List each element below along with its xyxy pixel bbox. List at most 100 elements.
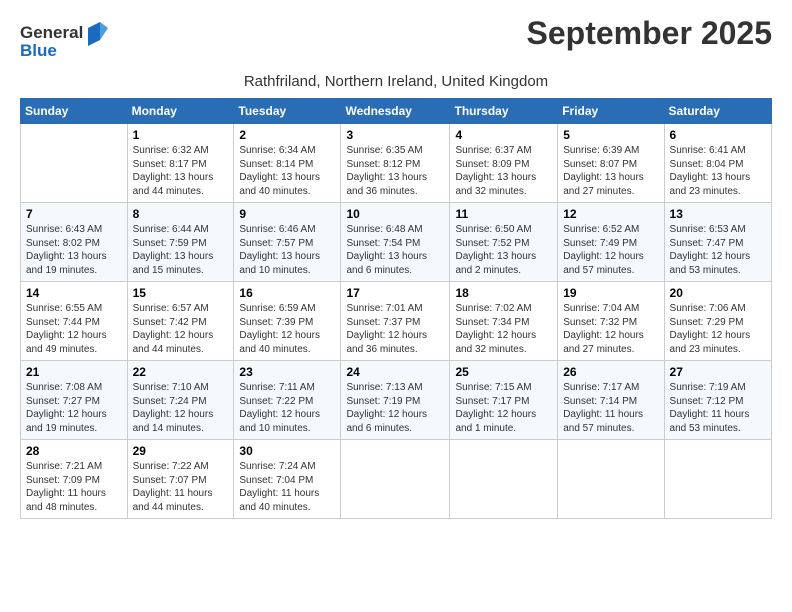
day-number: 15 (133, 286, 229, 300)
day-number: 30 (239, 444, 335, 458)
day-info: Sunrise: 6:43 AM Sunset: 8:02 PM Dayligh… (26, 223, 122, 277)
day-info: Sunrise: 6:35 AM Sunset: 8:12 PM Dayligh… (346, 144, 444, 198)
day-number: 28 (26, 444, 122, 458)
day-info: Sunrise: 7:06 AM Sunset: 7:29 PM Dayligh… (670, 302, 766, 356)
day-number: 26 (563, 365, 658, 379)
calendar-cell (558, 440, 664, 519)
calendar-cell: 3 Sunrise: 6:35 AM Sunset: 8:12 PM Daylig… (341, 124, 450, 203)
day-info: Sunrise: 7:01 AM Sunset: 7:37 PM Dayligh… (346, 302, 444, 356)
calendar-cell: 22 Sunrise: 7:10 AM Sunset: 7:24 PM Dayli… (127, 361, 234, 440)
day-info: Sunrise: 6:48 AM Sunset: 7:54 PM Dayligh… (346, 223, 444, 277)
day-number: 2 (239, 128, 335, 142)
col-header-saturday: Saturday (664, 99, 771, 124)
calendar-cell: 7 Sunrise: 6:43 AM Sunset: 8:02 PM Daylig… (21, 203, 128, 282)
header-area: General Blue September 2025 (20, 16, 772, 69)
day-number: 1 (133, 128, 229, 142)
calendar-cell: 21 Sunrise: 7:08 AM Sunset: 7:27 PM Dayli… (21, 361, 128, 440)
calendar-cell: 24 Sunrise: 7:13 AM Sunset: 7:19 PM Dayli… (341, 361, 450, 440)
svg-text:General: General (20, 23, 83, 42)
day-info: Sunrise: 6:57 AM Sunset: 7:42 PM Dayligh… (133, 302, 229, 356)
day-info: Sunrise: 7:17 AM Sunset: 7:14 PM Dayligh… (563, 381, 658, 435)
calendar-cell: 1 Sunrise: 6:32 AM Sunset: 8:17 PM Daylig… (127, 124, 234, 203)
day-number: 16 (239, 286, 335, 300)
logo-text: General Blue (20, 20, 110, 69)
day-number: 19 (563, 286, 658, 300)
calendar-cell (664, 440, 771, 519)
calendar-cell: 25 Sunrise: 7:15 AM Sunset: 7:17 PM Dayli… (450, 361, 558, 440)
calendar-cell: 16 Sunrise: 6:59 AM Sunset: 7:39 PM Dayli… (234, 282, 341, 361)
col-header-monday: Monday (127, 99, 234, 124)
day-number: 25 (455, 365, 552, 379)
day-number: 4 (455, 128, 552, 142)
calendar-cell: 26 Sunrise: 7:17 AM Sunset: 7:14 PM Dayli… (558, 361, 664, 440)
calendar-cell: 19 Sunrise: 7:04 AM Sunset: 7:32 PM Dayli… (558, 282, 664, 361)
title-area: September 2025 (527, 16, 772, 51)
day-info: Sunrise: 6:53 AM Sunset: 7:47 PM Dayligh… (670, 223, 766, 277)
day-number: 3 (346, 128, 444, 142)
day-info: Sunrise: 7:04 AM Sunset: 7:32 PM Dayligh… (563, 302, 658, 356)
day-info: Sunrise: 6:34 AM Sunset: 8:14 PM Dayligh… (239, 144, 335, 198)
calendar-cell: 10 Sunrise: 6:48 AM Sunset: 7:54 PM Dayli… (341, 203, 450, 282)
calendar-cell: 13 Sunrise: 6:53 AM Sunset: 7:47 PM Dayli… (664, 203, 771, 282)
calendar-cell: 6Sunrise: 6:41 AM Sunset: 8:04 PM Daylig… (664, 124, 771, 203)
day-info: Sunrise: 7:11 AM Sunset: 7:22 PM Dayligh… (239, 381, 335, 435)
calendar-cell: 17 Sunrise: 7:01 AM Sunset: 7:37 PM Dayli… (341, 282, 450, 361)
day-info: Sunrise: 6:52 AM Sunset: 7:49 PM Dayligh… (563, 223, 658, 277)
week-row-4: 21 Sunrise: 7:08 AM Sunset: 7:27 PM Dayli… (21, 361, 772, 440)
day-info: Sunrise: 6:55 AM Sunset: 7:44 PM Dayligh… (26, 302, 122, 356)
page-title: September 2025 (527, 16, 772, 51)
day-number: 11 (455, 207, 552, 221)
svg-text:Blue: Blue (20, 41, 57, 60)
calendar-cell: 18Sunrise: 7:02 AM Sunset: 7:34 PM Dayli… (450, 282, 558, 361)
calendar-cell (21, 124, 128, 203)
calendar-cell: 30Sunrise: 7:24 AM Sunset: 7:04 PM Dayli… (234, 440, 341, 519)
day-info: Sunrise: 7:22 AM Sunset: 7:07 PM Dayligh… (133, 460, 229, 514)
day-number: 22 (133, 365, 229, 379)
calendar-cell: 8 Sunrise: 6:44 AM Sunset: 7:59 PM Daylig… (127, 203, 234, 282)
calendar-cell: 5 Sunrise: 6:39 AM Sunset: 8:07 PM Daylig… (558, 124, 664, 203)
week-row-1: 1 Sunrise: 6:32 AM Sunset: 8:17 PM Daylig… (21, 124, 772, 203)
col-header-tuesday: Tuesday (234, 99, 341, 124)
day-number: 10 (346, 207, 444, 221)
day-number: 8 (133, 207, 229, 221)
col-header-wednesday: Wednesday (341, 99, 450, 124)
day-number: 7 (26, 207, 122, 221)
page-container: General Blue September 2025 Rathfriland,… (0, 0, 792, 529)
day-info: Sunrise: 6:39 AM Sunset: 8:07 PM Dayligh… (563, 144, 658, 198)
calendar-cell: 15 Sunrise: 6:57 AM Sunset: 7:42 PM Dayli… (127, 282, 234, 361)
week-row-5: 28 Sunrise: 7:21 AM Sunset: 7:09 PM Dayli… (21, 440, 772, 519)
day-number: 14 (26, 286, 122, 300)
page-subtitle: Rathfriland, Northern Ireland, United Ki… (20, 73, 772, 90)
day-info: Sunrise: 6:46 AM Sunset: 7:57 PM Dayligh… (239, 223, 335, 277)
day-info: Sunrise: 6:32 AM Sunset: 8:17 PM Dayligh… (133, 144, 229, 198)
day-info: Sunrise: 6:44 AM Sunset: 7:59 PM Dayligh… (133, 223, 229, 277)
calendar-cell (341, 440, 450, 519)
day-number: 9 (239, 207, 335, 221)
day-number: 27 (670, 365, 766, 379)
day-info: Sunrise: 7:15 AM Sunset: 7:17 PM Dayligh… (455, 381, 552, 435)
day-number: 13 (670, 207, 766, 221)
day-info: Sunrise: 7:21 AM Sunset: 7:09 PM Dayligh… (26, 460, 122, 514)
calendar-table: SundayMondayTuesdayWednesdayThursdayFrid… (20, 98, 772, 519)
logo: General Blue (20, 20, 110, 69)
calendar-cell: 20Sunrise: 7:06 AM Sunset: 7:29 PM Dayli… (664, 282, 771, 361)
calendar-cell: 4 Sunrise: 6:37 AM Sunset: 8:09 PM Daylig… (450, 124, 558, 203)
day-info: Sunrise: 6:59 AM Sunset: 7:39 PM Dayligh… (239, 302, 335, 356)
day-info: Sunrise: 7:10 AM Sunset: 7:24 PM Dayligh… (133, 381, 229, 435)
day-number: 24 (346, 365, 444, 379)
calendar-cell: 29Sunrise: 7:22 AM Sunset: 7:07 PM Dayli… (127, 440, 234, 519)
calendar-cell: 14 Sunrise: 6:55 AM Sunset: 7:44 PM Dayli… (21, 282, 128, 361)
day-number: 21 (26, 365, 122, 379)
day-info: Sunrise: 6:37 AM Sunset: 8:09 PM Dayligh… (455, 144, 552, 198)
calendar-cell: 28 Sunrise: 7:21 AM Sunset: 7:09 PM Dayli… (21, 440, 128, 519)
day-number: 6 (670, 128, 766, 142)
day-number: 5 (563, 128, 658, 142)
col-header-thursday: Thursday (450, 99, 558, 124)
day-number: 17 (346, 286, 444, 300)
calendar-cell: 12Sunrise: 6:52 AM Sunset: 7:49 PM Dayli… (558, 203, 664, 282)
day-info: Sunrise: 7:08 AM Sunset: 7:27 PM Dayligh… (26, 381, 122, 435)
calendar-cell: 9 Sunrise: 6:46 AM Sunset: 7:57 PM Daylig… (234, 203, 341, 282)
day-info: Sunrise: 7:19 AM Sunset: 7:12 PM Dayligh… (670, 381, 766, 435)
day-info: Sunrise: 7:13 AM Sunset: 7:19 PM Dayligh… (346, 381, 444, 435)
day-number: 18 (455, 286, 552, 300)
